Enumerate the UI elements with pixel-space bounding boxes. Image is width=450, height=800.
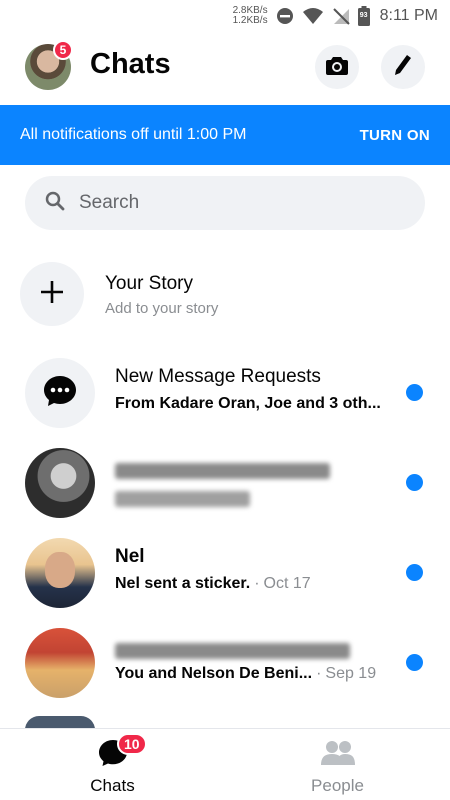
turn-on-button[interactable]: TURN ON (360, 127, 430, 144)
battery-level: 93 (359, 12, 368, 19)
search-input[interactable]: Search (25, 176, 425, 230)
camera-icon (326, 55, 348, 80)
tab-people-label: People (311, 776, 364, 795)
bottom-navigation: Chats 10 People (0, 728, 450, 800)
list-item[interactable]: Nel Nel sent a sticker. · Oct 17 (0, 533, 450, 613)
chat-name: Nel (115, 546, 145, 567)
unread-dot (406, 654, 423, 671)
tab-people[interactable]: People (225, 729, 450, 800)
your-story[interactable]: Your Story Add to your story (20, 262, 440, 328)
chats-notification-badge: 10 (117, 733, 147, 755)
banner-text: All notifications off until 1:00 PM (20, 126, 247, 143)
camera-button[interactable] (315, 45, 359, 89)
tab-chats-label: Chats (90, 776, 135, 795)
story-subtitle: Add to your story (105, 300, 219, 317)
chat-date: Oct 17 (263, 575, 311, 592)
chat-message: Nel sent a sticker. (115, 575, 251, 592)
header: 5 Chats (0, 40, 450, 96)
story-title: Your Story (105, 273, 194, 294)
blurred-preview (115, 491, 250, 507)
contact-avatar (25, 628, 95, 698)
do-not-disturb-icon (276, 7, 294, 25)
list-item[interactable]: New Message Requests From Kadare Oran, J… (0, 353, 450, 433)
page-title: Chats (90, 48, 171, 80)
separator-dot: · (316, 665, 322, 682)
chat-preview: You and Nelson De Beni... · Sep 19 (115, 665, 376, 683)
unread-dot (406, 564, 423, 581)
message-requests-avatar (25, 358, 95, 428)
battery-icon: 93 (357, 6, 370, 26)
no-signal-icon (332, 7, 350, 25)
avatar-face (45, 552, 75, 588)
profile-notification-badge: 5 (53, 40, 73, 60)
people-icon (320, 739, 356, 772)
contact-avatar (25, 538, 95, 608)
chat-date: Sep 19 (325, 665, 377, 682)
add-story-button[interactable] (20, 262, 84, 326)
chat-name: New Message Requests (115, 366, 321, 387)
pencil-icon (394, 54, 412, 81)
chat-message: From Kadare Oran, Joe and 3 oth... (115, 395, 381, 412)
chat-bubble-dots-icon (43, 375, 77, 412)
list-item[interactable]: You and Nelson De Beni... · Sep 19 (0, 623, 450, 703)
tab-chats[interactable]: Chats 10 (0, 729, 225, 800)
chat-preview: From Kadare Oran, Joe and 3 oth... (115, 395, 381, 413)
plus-icon (39, 279, 65, 310)
wifi-icon (302, 7, 324, 25)
chat-preview: Nel sent a sticker. · Oct 17 (115, 575, 311, 593)
blurred-name (115, 463, 330, 479)
list-item[interactable] (0, 443, 450, 523)
search-icon (45, 191, 65, 216)
contact-avatar (25, 448, 95, 518)
chat-message: You and Nelson De Beni... (115, 665, 313, 682)
unread-dot (406, 384, 423, 401)
status-bar: 2.8KB/s 1.2KB/s 93 8:11 PM (0, 0, 450, 32)
blurred-name (115, 643, 350, 659)
unread-dot (406, 474, 423, 491)
new-message-button[interactable] (381, 45, 425, 89)
search-placeholder: Search (79, 192, 140, 213)
separator-dot: · (254, 575, 260, 592)
notification-banner: All notifications off until 1:00 PM TURN… (0, 105, 450, 165)
status-time: 8:11 PM (379, 7, 438, 24)
network-speed-down: 1.2KB/s (232, 15, 268, 26)
network-speed: 2.8KB/s 1.2KB/s (233, 6, 268, 26)
